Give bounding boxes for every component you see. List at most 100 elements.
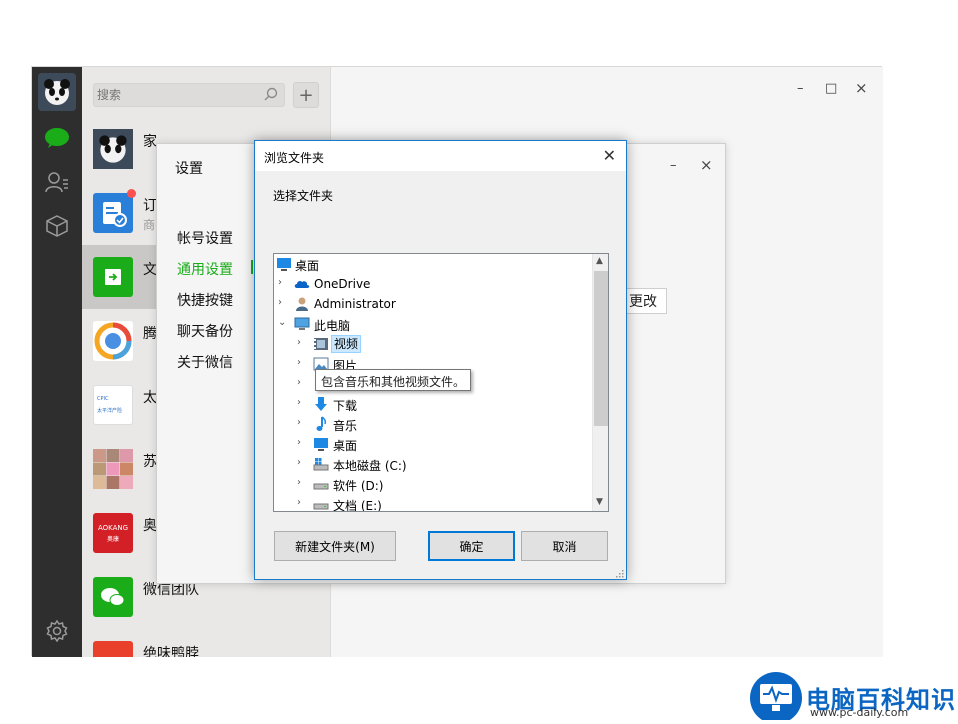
dialog-title: 浏览文件夹 (264, 151, 325, 165)
chat-name: 绝味鸭脖 (143, 646, 199, 657)
avatar (93, 129, 133, 169)
close-button[interactable]: × (855, 79, 868, 97)
tai-logo-text: 太平洋产险 (97, 407, 122, 414)
expand-chevron-icon[interactable]: › (297, 437, 307, 449)
subscription-icon (93, 193, 133, 233)
tree-item-desktop-2[interactable]: › 桌面 (274, 434, 592, 454)
tree-label: 音乐 (333, 419, 358, 433)
menu-general-settings[interactable]: 通用设置 (177, 259, 233, 279)
dialog-titlebar[interactable]: 浏览文件夹 ✕ (255, 141, 626, 171)
favorites-cube-icon[interactable] (44, 213, 70, 239)
expand-chevron-icon[interactable]: › (297, 337, 307, 349)
drive-icon (313, 476, 329, 492)
tree-item-this-pc[interactable]: ⌄ 此电脑 (274, 314, 592, 334)
dialog-close-button[interactable]: ✕ (603, 146, 616, 165)
chat-name: 太 (143, 390, 157, 406)
video-icon (313, 336, 329, 352)
photo-grid-avatar (93, 449, 133, 489)
tree-label: 桌面 (295, 259, 320, 273)
expand-chevron-icon[interactable]: › (297, 377, 307, 389)
aokang-logo-text: AOKANG (98, 524, 128, 532)
search-box[interactable] (93, 83, 285, 107)
dialog-prompt: 选择文件夹 (273, 189, 334, 203)
tree-item-videos[interactable]: › 视频 (274, 334, 592, 354)
tree-label: 本地磁盘 (C:) (333, 459, 407, 473)
expand-chevron-icon[interactable]: › (278, 277, 288, 289)
add-contact-button[interactable]: + (293, 82, 319, 108)
expand-chevron-icon[interactable]: › (297, 497, 307, 509)
file-transfer-icon (93, 257, 133, 297)
tooltip: 包含音乐和其他视频文件。 (315, 369, 471, 391)
expand-chevron-icon[interactable]: › (278, 297, 288, 309)
settings-title: 设置 (175, 161, 203, 177)
menu-about[interactable]: 关于微信 (177, 352, 233, 372)
ok-button[interactable]: 确定 (428, 531, 515, 561)
tencent-logo-icon (93, 321, 133, 361)
drive-c-icon (313, 456, 329, 472)
tree-item-administrator[interactable]: › Administrator (274, 294, 592, 314)
download-icon (313, 396, 329, 412)
tree-label: 下载 (333, 399, 358, 413)
expand-chevron-icon[interactable]: › (297, 477, 307, 489)
juewei-logo-icon (93, 641, 133, 657)
maximize-button[interactable]: □ (825, 81, 837, 96)
tree-item-music[interactable]: › 音乐 (274, 414, 592, 434)
chat-name: 家 (143, 134, 157, 150)
settings-close-button[interactable]: × (700, 156, 713, 174)
tree-label: OneDrive (314, 277, 371, 291)
desktop-icon (276, 256, 292, 272)
scrollbar-thumb[interactable] (594, 271, 608, 426)
settings-minimize-button[interactable]: – (670, 158, 677, 173)
active-indicator (251, 260, 253, 274)
chat-name: 奥 (143, 518, 157, 534)
chat-icon[interactable] (44, 125, 70, 151)
menu-chat-backup[interactable]: 聊天备份 (177, 321, 233, 341)
chat-preview: 商 (143, 218, 156, 232)
settings-gear-icon[interactable] (44, 618, 70, 644)
tree-scrollbar[interactable]: ▲ ▼ (592, 254, 608, 511)
tree-item-drive-d[interactable]: › 软件 (D:) (274, 474, 592, 494)
tree-label: 桌面 (333, 439, 358, 453)
browse-folder-dialog: 浏览文件夹 ✕ 选择文件夹 桌面 › OneDrive › Administra… (254, 140, 627, 580)
tree-label: Administrator (314, 297, 396, 311)
tree-label: 此电脑 (314, 319, 351, 333)
new-folder-button[interactable]: 新建文件夹(M) (274, 531, 396, 561)
watermark-url: www.pc-daily.com (810, 706, 909, 719)
wechat-team-icon (93, 577, 133, 617)
scroll-down-icon[interactable]: ▼ (596, 497, 603, 507)
user-icon (294, 296, 310, 312)
expand-chevron-icon[interactable]: › (297, 397, 307, 409)
taiping-logo-icon: CPIC 太平洋产险 (93, 385, 133, 425)
tree-item-drive-e[interactable]: › 文档 (E:) (274, 494, 592, 512)
tree-label: 软件 (D:) (333, 479, 384, 493)
svg-text:CPIC: CPIC (97, 396, 109, 402)
expand-chevron-icon[interactable]: › (297, 417, 307, 429)
tree-item-desktop[interactable]: 桌面 (274, 254, 592, 274)
computer-icon (294, 316, 310, 332)
contacts-icon[interactable] (44, 169, 70, 195)
expand-chevron-icon[interactable]: › (297, 357, 307, 369)
music-icon (313, 416, 329, 432)
sidebar-rail (32, 67, 82, 657)
watermark-logo-icon (748, 670, 804, 724)
tree-item-drive-c[interactable]: › 本地磁盘 (C:) (274, 454, 592, 474)
tree-item-downloads[interactable]: › 下载 (274, 394, 592, 414)
tree-label: 文档 (E:) (333, 499, 382, 512)
chat-name: 订 (143, 198, 157, 214)
user-avatar[interactable] (38, 73, 76, 111)
search-input[interactable] (97, 86, 257, 104)
unread-badge (127, 189, 136, 198)
menu-shortcuts[interactable]: 快捷按键 (177, 290, 233, 310)
desktop-icon (313, 436, 329, 452)
cancel-button[interactable]: 取消 (521, 531, 608, 561)
minimize-button[interactable]: – (797, 81, 804, 96)
expand-chevron-icon[interactable]: › (297, 457, 307, 469)
tree-item-onedrive[interactable]: › OneDrive (274, 274, 592, 294)
resize-grip-icon[interactable] (614, 567, 624, 578)
menu-account-settings[interactable]: 帐号设置 (177, 228, 233, 248)
aokang-logo-cn: 奥康 (107, 535, 119, 543)
scroll-up-icon[interactable]: ▲ (596, 256, 603, 266)
tree-label-selected: 视频 (331, 335, 362, 353)
chat-item-juewei[interactable]: 绝味鸭脖 (82, 629, 331, 657)
collapse-chevron-icon[interactable]: ⌄ (278, 317, 288, 329)
